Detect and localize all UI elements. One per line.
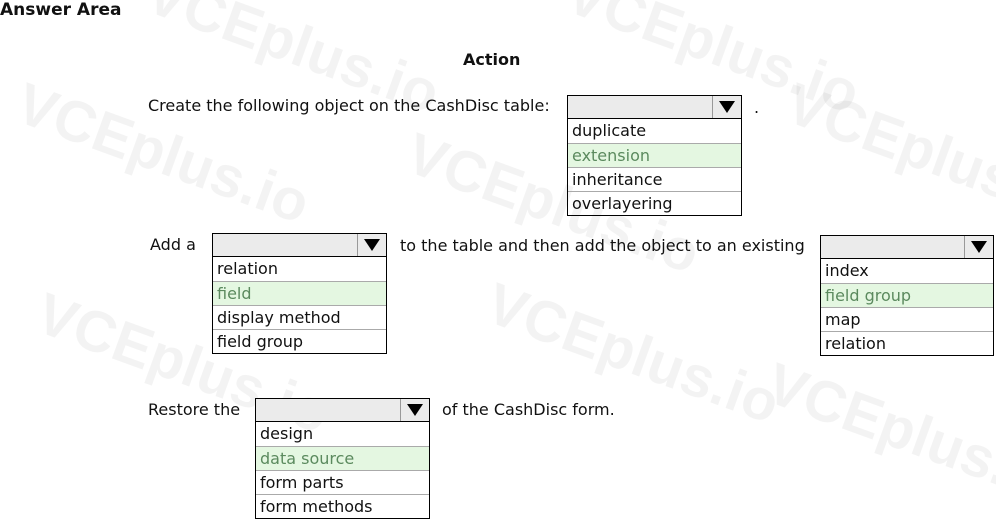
option-duplicate[interactable]: duplicate: [568, 119, 741, 143]
existing-object-dropdown[interactable]: index field group map relation: [820, 235, 994, 356]
watermark-text: VCEplus.io: [758, 350, 996, 518]
option-form-parts[interactable]: form parts: [256, 470, 429, 494]
row2-prefix: Add a: [150, 235, 196, 254]
answer-area-title: Answer Area: [0, 0, 122, 20]
option-extension[interactable]: extension: [568, 143, 741, 167]
option-data-source[interactable]: data source: [256, 446, 429, 470]
option-relation[interactable]: relation: [821, 331, 993, 355]
dropdown-header[interactable]: [567, 95, 742, 119]
dropdown-options: duplicate extension inheritance overlaye…: [567, 119, 742, 216]
option-relation[interactable]: relation: [213, 257, 386, 281]
option-form-methods[interactable]: form methods: [256, 494, 429, 518]
option-field[interactable]: field: [213, 281, 386, 305]
row1-suffix: .: [754, 98, 760, 117]
object-type-dropdown[interactable]: duplicate extension inheritance overlaye…: [567, 95, 742, 216]
watermark-text: VCEplus.io: [778, 70, 996, 238]
dropdown-header[interactable]: [820, 235, 994, 259]
restore-dropdown[interactable]: design data source form parts form metho…: [255, 398, 430, 519]
dropdown-header[interactable]: [255, 398, 430, 422]
option-field-group[interactable]: field group: [213, 329, 386, 353]
option-display-method[interactable]: display method: [213, 305, 386, 329]
dropdown-arrow-icon[interactable]: [400, 399, 429, 421]
row3-prefix: Restore the: [148, 400, 241, 419]
add-object-dropdown[interactable]: relation field display method field grou…: [212, 233, 387, 354]
dropdown-arrow-icon[interactable]: [357, 234, 386, 256]
row1-prefix: Create the following object on the CashD…: [148, 96, 550, 115]
option-index[interactable]: index: [821, 259, 993, 283]
row3-suffix: of the CashDisc form.: [442, 400, 615, 419]
option-field-group[interactable]: field group: [821, 283, 993, 307]
dropdown-arrow-icon[interactable]: [712, 96, 741, 118]
dropdown-options: index field group map relation: [820, 259, 994, 356]
dropdown-arrow-icon[interactable]: [964, 236, 993, 258]
action-heading: Action: [463, 50, 521, 69]
row2-middle: to the table and then add the object to …: [400, 236, 805, 255]
watermark-text: VCEplus.io: [8, 70, 319, 238]
dropdown-header[interactable]: [212, 233, 387, 257]
dropdown-options: design data source form parts form metho…: [255, 422, 430, 519]
option-inheritance[interactable]: inheritance: [568, 167, 741, 191]
option-map[interactable]: map: [821, 307, 993, 331]
option-design[interactable]: design: [256, 422, 429, 446]
dropdown-options: relation field display method field grou…: [212, 257, 387, 354]
option-overlayering[interactable]: overlayering: [568, 191, 741, 215]
